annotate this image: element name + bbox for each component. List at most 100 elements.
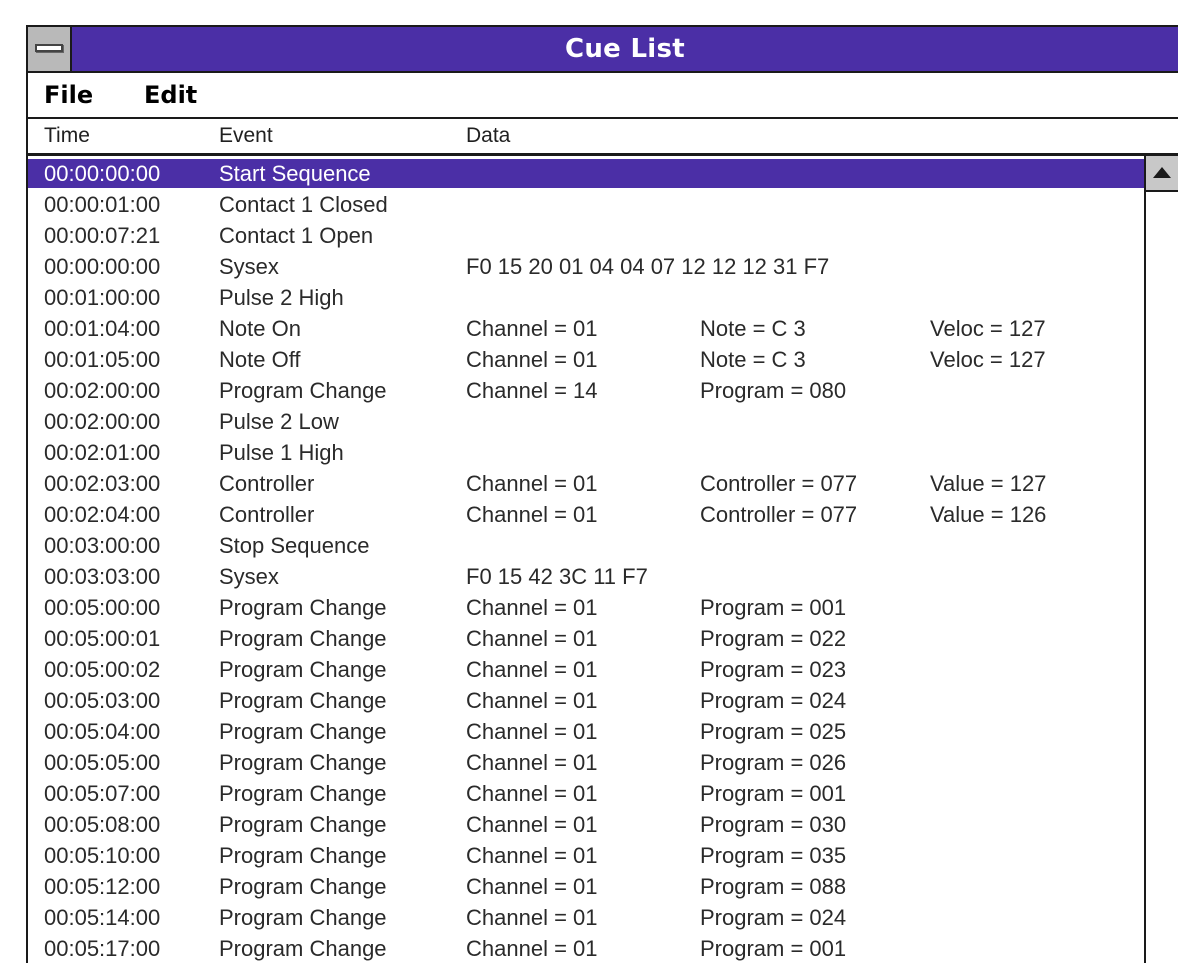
cue-row[interactable]: 00:05:14:00 Program Change Channel = 01 Pro… bbox=[28, 902, 1144, 933]
cue-data-1: Channel = 01 bbox=[466, 347, 598, 372]
cue-event: Program Change bbox=[219, 936, 387, 961]
column-header-data: Data bbox=[466, 124, 511, 147]
cue-event: Note On bbox=[219, 316, 301, 341]
cue-event: Stop Sequence bbox=[219, 533, 370, 558]
cue-data-2: Program = 025 bbox=[700, 719, 847, 744]
cue-row[interactable]: 00:05:00:00 Program Change Channel = 01 Pro… bbox=[28, 592, 1144, 623]
cue-time: 00:01:00:00 bbox=[44, 285, 161, 310]
cue-time: 00:05:12:00 bbox=[44, 874, 161, 899]
cue-row[interactable]: 00:05:07:00 Program Change Channel = 01 Pro… bbox=[28, 778, 1144, 809]
cue-time: 00:05:00:01 bbox=[44, 626, 161, 651]
cue-row[interactable]: 00:05:00:02 Program Change Channel = 01 Pro… bbox=[28, 654, 1144, 685]
menu-file[interactable]: File bbox=[44, 73, 93, 117]
cue-time: 00:00:00:00 bbox=[44, 254, 161, 279]
cue-data-2: Note = C 3 bbox=[700, 316, 806, 341]
vertical-scrollbar[interactable] bbox=[1144, 156, 1178, 963]
cue-data-1: Channel = 01 bbox=[466, 316, 598, 341]
cue-row[interactable]: 00:01:05:00 Note Off Channel = 01 Note = C … bbox=[28, 344, 1144, 375]
cue-row[interactable]: 00:02:00:00 Program Change Channel = 14 Pro… bbox=[28, 375, 1144, 406]
cue-event: Pulse 2 High bbox=[219, 285, 344, 310]
cue-row[interactable]: 00:05:05:00 Program Change Channel = 01 Pro… bbox=[28, 747, 1144, 778]
cue-time: 00:02:04:00 bbox=[44, 502, 161, 527]
cue-data-2: Program = 024 bbox=[700, 905, 847, 930]
cue-row[interactable]: 00:01:04:00 Note On Channel = 01 Note = C 3… bbox=[28, 313, 1144, 344]
cue-row[interactable]: 00:02:04:00 Controller Channel = 01 Control… bbox=[28, 499, 1144, 530]
cue-data-2: Program = 026 bbox=[700, 750, 847, 775]
cue-row[interactable]: 00:05:10:00 Program Change Channel = 01 Pro… bbox=[28, 840, 1144, 871]
cue-data-1: Channel = 01 bbox=[466, 471, 598, 496]
cue-event: Program Change bbox=[219, 812, 387, 837]
cue-row[interactable]: 00:05:00:01 Program Change Channel = 01 Pro… bbox=[28, 623, 1144, 654]
title-bar[interactable]: Cue List bbox=[28, 27, 1178, 73]
cue-time: 00:05:00:00 bbox=[44, 595, 161, 620]
cue-event: Program Change bbox=[219, 874, 387, 899]
cue-list-window: Cue List File Edit Time Event Data 00:00… bbox=[26, 25, 1178, 963]
cue-data-1: Channel = 01 bbox=[466, 750, 598, 775]
cue-row[interactable]: 00:03:03:00 Sysex F0 15 42 3C 11 F7 bbox=[28, 561, 1144, 592]
cue-event: Pulse 2 Low bbox=[219, 409, 339, 434]
cue-row[interactable]: 00:01:00:00 Pulse 2 High bbox=[28, 282, 1144, 313]
cue-row[interactable]: 00:02:01:00 Pulse 1 High bbox=[28, 437, 1144, 468]
cue-data-1: Channel = 01 bbox=[466, 657, 598, 682]
cue-row-selected[interactable]: 00:00:00:00 Start Sequence bbox=[28, 158, 1144, 189]
cue-data-1: Channel = 01 bbox=[466, 936, 598, 961]
cue-data-3: Value = 127 bbox=[930, 471, 1047, 496]
system-menu-button[interactable] bbox=[28, 27, 72, 71]
selection-highlight bbox=[28, 159, 1144, 188]
cue-time: 00:00:01:00 bbox=[44, 192, 161, 217]
cue-data-3: Veloc = 127 bbox=[930, 316, 1046, 341]
cue-time: 00:05:10:00 bbox=[44, 843, 161, 868]
cue-data-1: Channel = 01 bbox=[466, 502, 598, 527]
cue-time: 00:05:03:00 bbox=[44, 688, 161, 713]
cue-row[interactable]: 00:05:12:00 Program Change Channel = 01 Pro… bbox=[28, 871, 1144, 902]
cue-row[interactable]: 00:05:08:00 Program Change Channel = 01 Pro… bbox=[28, 809, 1144, 840]
cue-data-2: Program = 001 bbox=[700, 781, 847, 806]
cue-time: 00:05:04:00 bbox=[44, 719, 161, 744]
cue-time: 00:05:00:02 bbox=[44, 657, 161, 682]
cue-row[interactable]: 00:03:00:00 Stop Sequence bbox=[28, 530, 1144, 561]
cue-row[interactable]: 00:00:07:21 Contact 1 Open bbox=[28, 220, 1144, 251]
cue-event: Program Change bbox=[219, 905, 387, 930]
cue-data-2: Controller = 077 bbox=[700, 502, 858, 527]
cue-time: 00:02:00:00 bbox=[44, 378, 161, 403]
menu-bar: File Edit bbox=[28, 73, 1178, 119]
cue-row[interactable]: 00:00:00:00 Sysex F0 15 20 01 04 04 07 12 … bbox=[28, 251, 1144, 282]
cue-time: 00:01:04:00 bbox=[44, 316, 161, 341]
cue-data-1: Channel = 01 bbox=[466, 812, 598, 837]
cue-row[interactable]: 00:02:00:00 Pulse 2 Low bbox=[28, 406, 1144, 437]
cue-event: Contact 1 Open bbox=[219, 223, 374, 248]
cue-event: Note Off bbox=[219, 347, 301, 372]
cue-time: 00:01:05:00 bbox=[44, 347, 161, 372]
cue-data-1: Channel = 01 bbox=[466, 843, 598, 868]
column-header-event: Event bbox=[219, 124, 273, 147]
cue-data-2: Program = 024 bbox=[700, 688, 847, 713]
cue-row[interactable]: 00:05:03:00 Program Change Channel = 01 Pro… bbox=[28, 685, 1144, 716]
cue-event: Sysex bbox=[219, 564, 279, 589]
cue-event: Sysex bbox=[219, 254, 279, 279]
cue-row[interactable]: 00:05:04:00 Program Change Channel = 01 Pro… bbox=[28, 716, 1144, 747]
cue-time: 00:02:03:00 bbox=[44, 471, 161, 496]
cue-event: Program Change bbox=[219, 378, 387, 403]
cue-event: Program Change bbox=[219, 719, 387, 744]
cue-event: Program Change bbox=[219, 657, 387, 682]
cue-time: 00:00:07:21 bbox=[44, 223, 161, 248]
cue-data-1: Channel = 01 bbox=[466, 595, 598, 620]
cue-data-2: Program = 088 bbox=[700, 874, 847, 899]
cue-event: Program Change bbox=[219, 688, 387, 713]
cue-row[interactable]: 00:00:01:00 Contact 1 Closed bbox=[28, 189, 1144, 220]
cue-data-2: Program = 022 bbox=[700, 626, 847, 651]
cue-row[interactable]: 00:02:03:00 Controller Channel = 01 Control… bbox=[28, 468, 1144, 499]
cue-data-1: Channel = 01 bbox=[466, 626, 598, 651]
cue-data-2: Program = 001 bbox=[700, 936, 847, 961]
scroll-up-button[interactable] bbox=[1146, 156, 1178, 192]
cue-time: 00:03:03:00 bbox=[44, 564, 161, 589]
menu-edit[interactable]: Edit bbox=[144, 73, 197, 117]
cue-row[interactable]: 00:05:17:00 Program Change Channel = 01 Pro… bbox=[28, 933, 1144, 963]
cue-data-2: Program = 080 bbox=[700, 378, 847, 403]
cue-list[interactable]: 00:00:00:00 Start Sequence 00:00:01:00 Cont… bbox=[28, 158, 1144, 963]
cue-data-1: Channel = 01 bbox=[466, 781, 598, 806]
cue-data-2: Program = 001 bbox=[700, 595, 847, 620]
cue-event: Program Change bbox=[219, 595, 387, 620]
cue-data-3: Value = 126 bbox=[930, 502, 1047, 527]
cue-data-1: Channel = 01 bbox=[466, 905, 598, 930]
